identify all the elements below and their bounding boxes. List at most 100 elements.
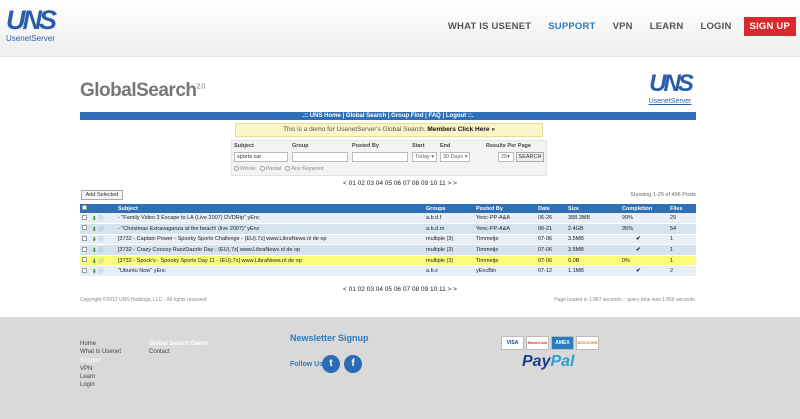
- row-checkbox[interactable]: [82, 225, 87, 231]
- select-all-header[interactable]: [80, 204, 90, 213]
- select-all-checkbox[interactable]: [82, 205, 87, 210]
- members-click-here-link[interactable]: Members Click Here »: [427, 126, 495, 133]
- search-menu-bar[interactable]: .:: UNS Home | Global Search | Group Fin…: [80, 112, 696, 120]
- row-files: 1: [668, 255, 696, 267]
- footer-link-what-is-usenet[interactable]: What Is Usenet: [80, 348, 121, 356]
- uns-logo-right[interactable]: UNS UsenetServer: [644, 70, 696, 105]
- radio-any-keyword[interactable]: Any Keyword: [285, 166, 324, 172]
- row-checkbox-cell[interactable]: [80, 223, 90, 235]
- footer-link-home[interactable]: Home: [80, 340, 121, 348]
- col-posted-by[interactable]: Posted By: [474, 204, 536, 213]
- footer-link-support[interactable]: Support: [80, 357, 121, 365]
- download-icon[interactable]: ⬇: [92, 227, 97, 233]
- row-subject[interactable]: "Ubuntu Now" yEnc: [116, 265, 424, 278]
- row-checkbox[interactable]: [82, 267, 87, 273]
- paypal-pay: Pay: [522, 353, 551, 370]
- amex-card-icon: AMEX: [551, 336, 574, 350]
- download-icon[interactable]: ⬇: [92, 259, 97, 265]
- facebook-icon[interactable]: f: [344, 355, 362, 373]
- start-select[interactable]: Today ▾: [412, 152, 437, 162]
- radio-whole[interactable]: Whole: [234, 166, 256, 172]
- footer-link-global-search-demo[interactable]: Global Search Demo: [149, 340, 208, 348]
- row-subject[interactable]: - "Family Video 3 Escape to LA (Live 200…: [116, 213, 424, 225]
- info-icon[interactable]: ⓘ: [98, 259, 104, 265]
- nav-support[interactable]: SUPPORT: [548, 21, 595, 32]
- results-per-page-select[interactable]: 25▾: [498, 152, 514, 162]
- table-row[interactable]: ⬇ ⓘ "Ubuntu Now" yEnc a.b.x yEncBin 07-1…: [80, 265, 696, 278]
- row-checkbox[interactable]: [82, 246, 87, 252]
- col-completion[interactable]: Completion: [620, 204, 668, 213]
- newsletter-title[interactable]: Newsletter Signup: [290, 333, 369, 343]
- nav-what-is-usenet[interactable]: WHAT IS USENET: [448, 21, 531, 32]
- row-posted-by: yEncBin: [474, 265, 536, 278]
- info-icon[interactable]: ⓘ: [98, 216, 104, 222]
- row-icons: ⬇ ⓘ: [90, 223, 116, 235]
- end-select[interactable]: 30 Days ▾: [440, 152, 470, 162]
- radio-partial[interactable]: Partial: [259, 166, 281, 172]
- row-subject[interactable]: [3732 - Crazy Coocey RazzDazzle Day - (E…: [116, 244, 424, 256]
- info-icon[interactable]: ⓘ: [98, 248, 104, 254]
- copyright-text: Copyright ©2012 UNS Holdings, LLC - All …: [80, 297, 207, 303]
- row-checkbox-cell[interactable]: [80, 265, 90, 278]
- group-input[interactable]: [292, 152, 348, 162]
- table-row[interactable]: ⬇ ⓘ [3732 - Spock's - Spooky Sports Day …: [80, 255, 696, 267]
- logo-mark: UNS: [6, 5, 57, 35]
- nav-login[interactable]: LOGIN: [700, 21, 731, 32]
- table-row[interactable]: ⬇ ⓘ [3732 - Crazy Coocey RazzDazzle Day …: [80, 244, 696, 256]
- footer-link-vpn[interactable]: VPN: [80, 365, 121, 373]
- row-checkbox[interactable]: [82, 257, 87, 263]
- col-subject[interactable]: Subject: [116, 204, 424, 213]
- download-icon[interactable]: ⬇: [92, 248, 97, 254]
- info-icon[interactable]: ⓘ: [98, 269, 104, 275]
- table-row[interactable]: ⬇ ⓘ [3732 - Captain Power - Spooky Sport…: [80, 234, 696, 246]
- row-checkbox[interactable]: [82, 235, 87, 241]
- end-label: End: [440, 143, 451, 149]
- payment-cards: VISA MasterCard AMEX DISCOVER: [501, 336, 599, 350]
- footer-link-contact[interactable]: Contact: [149, 348, 208, 356]
- row-completion: 99%: [620, 213, 668, 225]
- col-files[interactable]: Files: [668, 204, 696, 213]
- footer-link-login[interactable]: Login: [80, 381, 121, 389]
- col-date[interactable]: Date: [536, 204, 566, 213]
- info-icon[interactable]: ⓘ: [98, 227, 104, 233]
- nav-vpn[interactable]: VPN: [613, 21, 633, 32]
- row-checkbox-cell[interactable]: [80, 255, 90, 267]
- rpp-value: 25: [501, 154, 508, 160]
- table-row[interactable]: ⬇ ⓘ - "Family Video 3 Escape to LA (Live…: [80, 213, 696, 225]
- row-checkbox-cell[interactable]: [80, 234, 90, 246]
- search-button[interactable]: SEARCH: [516, 152, 544, 162]
- pagination-bottom[interactable]: < 01 02 03 04 05 06 07 08 09 10 11 > >: [0, 286, 800, 293]
- radio-whole-circle[interactable]: [234, 166, 239, 172]
- signup-button[interactable]: SIGN UP: [743, 17, 796, 36]
- row-date: 07-06: [536, 244, 566, 256]
- row-subject[interactable]: [3732 - Captain Power - Spooky Sports Ch…: [116, 234, 424, 246]
- table-row[interactable]: ⬇ ⓘ - "Christmas Extravaganza at the bea…: [80, 223, 696, 235]
- radio-partial-circle[interactable]: [259, 166, 265, 172]
- row-size: 1.1MB: [566, 265, 620, 278]
- paypal-pal: Pal: [550, 353, 575, 370]
- row-subject[interactable]: [3732 - Spock's - Spooky Sports Day 11 -…: [116, 255, 424, 267]
- uns-logo-mark: UNS: [649, 70, 694, 97]
- row-checkbox-cell[interactable]: [80, 213, 90, 225]
- footer-link-learn[interactable]: Learn: [80, 373, 121, 381]
- subject-input[interactable]: sports car: [234, 152, 288, 162]
- top-header: UNS UsenetServer WHAT IS USENET SUPPORT …: [0, 0, 800, 57]
- download-icon[interactable]: ⬇: [92, 216, 97, 222]
- usenetserver-logo[interactable]: UNS UsenetServer: [6, 5, 57, 45]
- info-icon[interactable]: ⓘ: [98, 237, 104, 243]
- download-icon[interactable]: ⬇: [92, 269, 97, 275]
- twitter-icon[interactable]: t: [322, 355, 340, 373]
- pagination-top[interactable]: < 01 02 03 04 05 06 07 08 09 10 11 > >: [0, 180, 800, 187]
- check-icon: ✔: [620, 234, 668, 246]
- row-size: 2.4GB: [566, 223, 620, 235]
- add-selected-button[interactable]: Add Selected: [81, 190, 123, 200]
- col-size[interactable]: Size: [566, 204, 620, 213]
- col-groups[interactable]: Groups: [424, 204, 474, 213]
- radio-any-keyword-circle[interactable]: [285, 166, 291, 172]
- row-checkbox[interactable]: [82, 214, 87, 220]
- nav-learn[interactable]: LEARN: [650, 21, 684, 32]
- posted-by-input[interactable]: [352, 152, 408, 162]
- row-subject[interactable]: - "Christmas Extravaganza at the beach! …: [116, 223, 424, 235]
- download-icon[interactable]: ⬇: [92, 237, 97, 243]
- row-checkbox-cell[interactable]: [80, 244, 90, 256]
